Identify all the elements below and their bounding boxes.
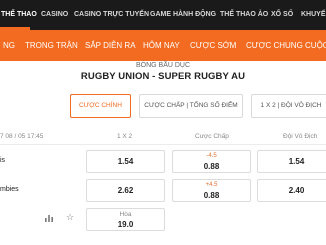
stats-icon[interactable] [44,213,54,225]
top-nav-virtual-sports[interactable]: THỂ THAO ẢO [220,0,268,30]
top-nav-lottery[interactable]: XỔ SỐ [271,0,293,30]
sub-nav-today[interactable]: HÔM NAY [143,30,180,61]
odds-value: 2.62 [117,186,134,195]
odds-home-handicap[interactable]: -4.5 0.88 [172,150,251,173]
odds-value: 0.88 [203,162,220,171]
col-header-outright: Đội Vô Địch [283,133,318,140]
tab-main-bets[interactable]: CƯỢC CHÍNH [70,94,131,118]
odds-value: 0.88 [203,191,220,200]
col-header-1x2: 1 X 2 [117,133,133,140]
match-date: 7 08 / 05 17:45 [0,133,44,140]
team-home-name: is [0,157,6,164]
draw-label: Hòa [119,211,132,218]
team-away-name: mbies [0,186,19,193]
favorite-star-icon[interactable]: ☆ [66,212,74,223]
sub-nav-upcoming[interactable]: SẮP DIỄN RA [85,30,136,61]
col-header-handicap: Cược Chấp [195,133,229,140]
sport-label: BÓNG BẦU DỤC [135,62,191,69]
sub-nav-home[interactable]: NG [3,30,15,61]
handicap-line: -4.5 [206,153,217,159]
sub-nav-in-play[interactable]: TRONG TRẬN [25,30,78,61]
tab-handicap-total[interactable]: CƯỢC CHẤP | TỔNG SỐ ĐIỂM [139,94,243,118]
top-nav-sports[interactable]: THỂ THAO [1,0,37,30]
top-nav-action-games[interactable]: GAME HÀNH ĐỘNG [150,0,216,30]
handicap-line: +4.5 [205,182,218,188]
odds-value: 1.54 [288,157,305,166]
odds-draw[interactable]: Hòa 19.0 [86,208,165,231]
odds-value: 1.54 [117,157,134,166]
odds-home-outright[interactable]: 1.54 [257,150,326,173]
top-nav-casino[interactable]: CASINO [41,0,68,30]
odds-value: 19.0 [117,220,134,229]
odds-away-handicap[interactable]: +4.5 0.88 [172,179,251,202]
top-nav: THỂ THAO CASINO CASINO TRỰC TUYẾN GAME H… [0,0,326,30]
sub-nav: NG TRONG TRẬN SẮP DIỄN RA HÔM NAY CƯỢC S… [0,30,326,61]
sub-nav-early[interactable]: CƯỢC SỚM [190,30,236,61]
odds-away-1x2[interactable]: 2.62 [86,179,165,202]
tab-1x2-outright[interactable]: 1 X 2 | ĐỘI VÔ ĐỊCH [251,94,326,118]
header-divider [0,144,326,145]
sub-nav-outright[interactable]: CƯỢC CHUNG CUỘC [246,30,326,61]
top-nav-live-casino[interactable]: CASINO TRỰC TUYẾN [74,0,149,30]
odds-away-outright[interactable]: 2.40 [257,179,326,202]
odds-value: 2.40 [288,186,305,195]
league-title: RUGBY UNION - SUPER RUGBY AU [80,71,246,82]
odds-home-1x2[interactable]: 1.54 [86,150,165,173]
top-nav-promotions[interactable]: KHUYẾ [301,0,326,30]
